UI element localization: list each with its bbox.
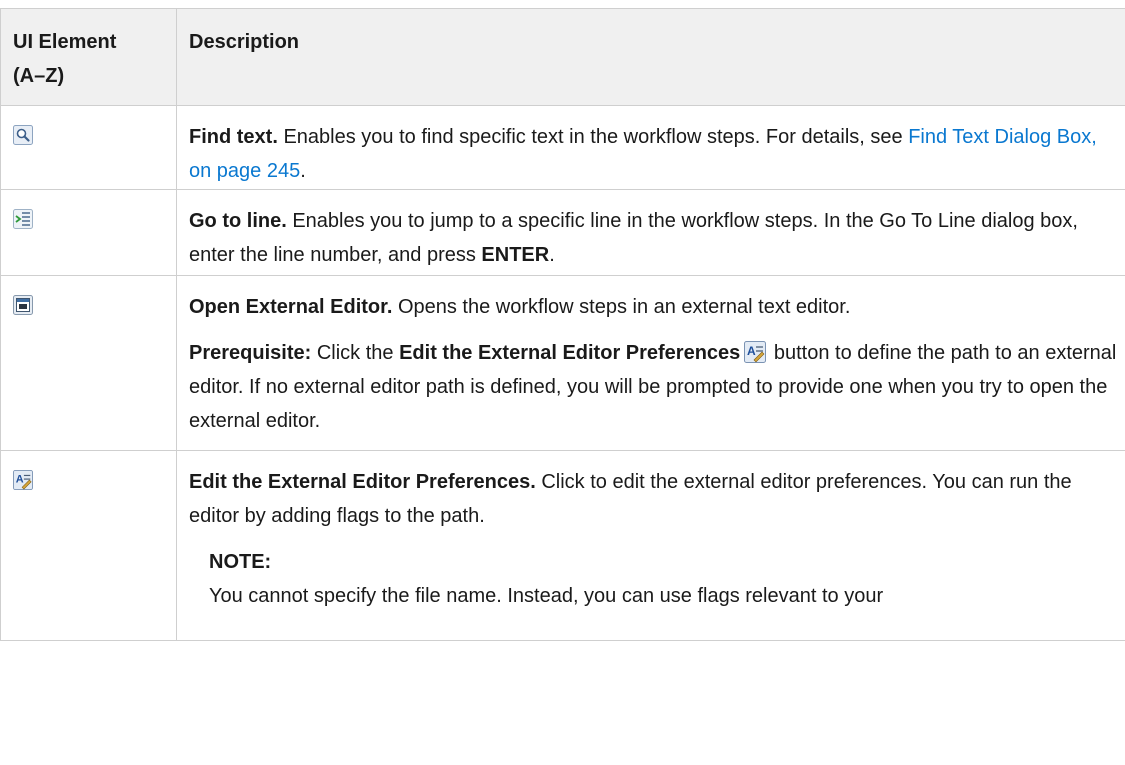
prerequisite-button-name: Edit the External Editor Preferences bbox=[399, 342, 741, 364]
row-paragraph: Open External Editor. Opens the workflow… bbox=[189, 290, 1120, 324]
ui-element-cell bbox=[0, 275, 177, 451]
ui-element-cell: A bbox=[0, 450, 177, 641]
ui-element-cell bbox=[0, 189, 177, 276]
column-header-description-label: Description bbox=[189, 31, 300, 53]
prerequisite-label: Prerequisite: bbox=[189, 342, 312, 364]
table-row: Open External Editor. Opens the workflow… bbox=[0, 275, 1125, 451]
prerequisite-text-pre: Click the bbox=[311, 342, 400, 364]
ui-elements-table: UI Element (A–Z) Description Find text. … bbox=[0, 8, 1125, 641]
row-title: Find text. bbox=[189, 126, 278, 148]
row-title: Open External Editor. bbox=[189, 296, 393, 318]
column-header-description: Description bbox=[176, 8, 1125, 106]
svg-text:A: A bbox=[16, 473, 24, 485]
description-cell: Go to line. Enables you to jump to a spe… bbox=[176, 189, 1125, 276]
table-row: A Edit the External Editor Preferences. … bbox=[0, 450, 1125, 641]
table-row: Go to line. Enables you to jump to a spe… bbox=[0, 189, 1125, 276]
description-cell: Open External Editor. Opens the workflow… bbox=[176, 275, 1125, 451]
row-text: Opens the workflow steps in an external … bbox=[392, 296, 851, 318]
note-block: NOTE: You cannot specify the file name. … bbox=[209, 545, 1120, 613]
go-to-line-icon bbox=[13, 208, 33, 229]
external-editor-icon bbox=[13, 294, 33, 315]
row-title: Edit the External Editor Preferences. bbox=[189, 471, 536, 493]
description-cell: Edit the External Editor Preferences. Cl… bbox=[176, 450, 1125, 641]
editor-preferences-icon: A bbox=[13, 469, 33, 490]
table-row: Find text. Enables you to find specific … bbox=[0, 105, 1125, 190]
row-text: Enables you to jump to a specific line i… bbox=[189, 210, 1078, 266]
ui-element-cell bbox=[0, 105, 177, 190]
search-icon bbox=[13, 124, 33, 145]
column-header-ui-element: UI Element (A–Z) bbox=[0, 8, 177, 106]
description-cell: Find text. Enables you to find specific … bbox=[176, 105, 1125, 190]
column-header-ui-element-label: UI Element bbox=[13, 31, 117, 53]
row-text: Enables you to find specific text in the… bbox=[277, 126, 909, 148]
note-text: You cannot specify the file name. Instea… bbox=[209, 585, 884, 607]
editor-preferences-icon: A bbox=[744, 340, 767, 363]
enter-key: ENTER bbox=[481, 244, 550, 266]
row-title: Go to line. bbox=[189, 210, 287, 232]
column-header-ui-element-sublabel: (A–Z) bbox=[13, 65, 65, 87]
table-header-row: UI Element (A–Z) Description bbox=[0, 8, 1125, 106]
prerequisite-paragraph: Prerequisite: Click the Edit the Externa… bbox=[189, 336, 1120, 438]
row-text-end: . bbox=[300, 160, 306, 182]
row-text-end: . bbox=[549, 244, 555, 266]
row-paragraph: Edit the External Editor Preferences. Cl… bbox=[189, 465, 1120, 533]
svg-text:A: A bbox=[747, 344, 756, 358]
note-label: NOTE: bbox=[209, 551, 272, 573]
